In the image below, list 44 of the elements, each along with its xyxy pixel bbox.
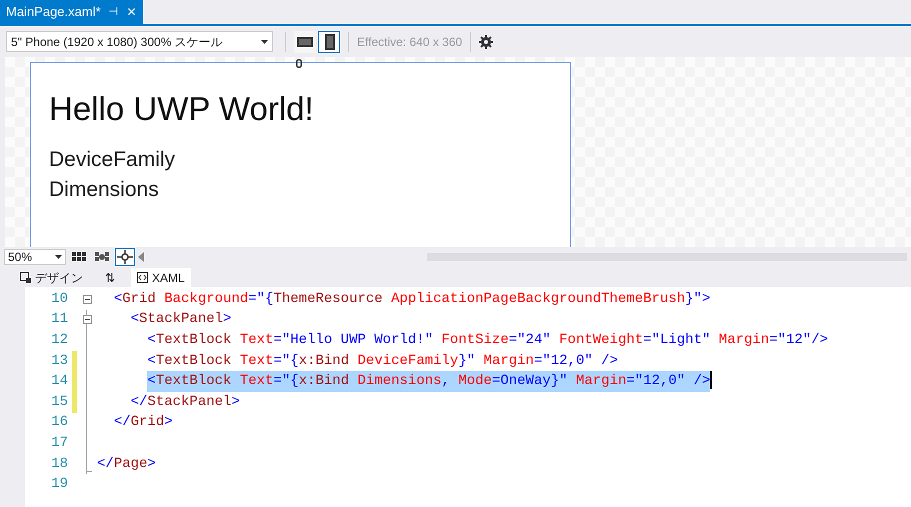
line-number: 18 — [50, 454, 68, 474]
preview-title: Hello UWP World! — [49, 89, 314, 129]
line-number: 11 — [50, 310, 68, 330]
code-text: <TextBlock Text="{x:Bind DeviceFamily}" Margin="12,0" /> — [147, 352, 618, 371]
text-cursor — [710, 371, 712, 390]
zoom-value: 50% — [8, 249, 32, 266]
code-file-icon — [137, 272, 148, 283]
crosshair-icon — [117, 249, 133, 265]
code-text: <TextBlock Text="Hello UWP World!" FontSize="24" FontWeight="Light" Margin="12"/> — [147, 330, 828, 350]
close-button[interactable]: ✕ — [126, 3, 137, 21]
line-number: 16 — [50, 413, 68, 432]
code-text: <StackPanel> — [130, 310, 232, 330]
crosshair-button[interactable] — [115, 248, 135, 266]
device-dropdown[interactable]: 5" Phone (1920 x 1080) 300% スケール — [6, 31, 273, 52]
line-number: 15 — [50, 392, 68, 412]
line-number: 12 — [50, 330, 68, 350]
xaml-tab[interactable]: XAML — [131, 268, 191, 287]
preview-text: Dimensions — [49, 177, 159, 203]
effective-size-label: Effective: 640 x 360 — [357, 34, 462, 50]
caret-icon — [261, 40, 268, 44]
document-tab[interactable]: MainPage.xaml* ⊣ ✕ — [0, 0, 143, 24]
line-number: 19 — [50, 475, 68, 494]
line-number: 17 — [50, 434, 68, 453]
code-text: <Grid Background="{ThemeResource ApplicationPageBackgroundThemeBrush}"> — [114, 290, 710, 309]
code-text: </Grid> — [114, 413, 173, 432]
code-text: </StackPanel> — [130, 392, 240, 412]
landscape-button[interactable] — [294, 30, 316, 52]
anchor-icon — [296, 59, 302, 68]
code-text: <TextBlock Text="{x:Bind Dimensions, Mode=OneWay}" Margin="12,0" /> — [147, 371, 710, 392]
device-label: 5" Phone (1920 x 1080) 300% スケール — [11, 34, 223, 50]
collapse-icon[interactable] — [82, 315, 92, 324]
settings-icon[interactable] — [479, 34, 494, 48]
line-number: 14 — [50, 372, 68, 392]
zoom-dropdown[interactable]: 50% — [4, 249, 66, 265]
code-text: </Page> — [97, 454, 156, 474]
collapse-icon[interactable] — [82, 294, 92, 304]
portrait-button[interactable] — [318, 30, 340, 52]
pin-button[interactable]: ⊣ — [108, 4, 119, 20]
design-surface-icon — [20, 272, 31, 283]
collapse-arrow-icon[interactable] — [138, 252, 144, 262]
line-number: 10 — [50, 290, 68, 309]
caret-icon — [55, 255, 62, 259]
line-number: 13 — [50, 352, 68, 371]
preview-text: DeviceFamily — [49, 147, 176, 173]
